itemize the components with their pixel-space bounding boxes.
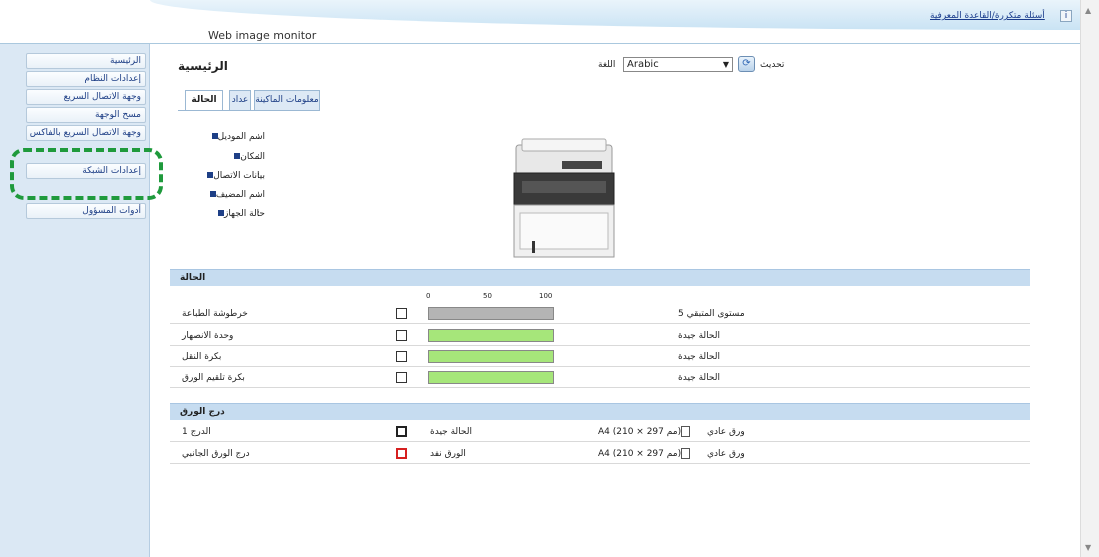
printer-image: [513, 138, 615, 258]
consumable-level-fill: [429, 330, 553, 341]
consumable-label: بكرة النقل: [182, 352, 222, 362]
info-icon[interactable]: i: [1060, 10, 1072, 22]
row-divider: [170, 387, 1030, 388]
paper-icon: [681, 448, 690, 459]
info-row-model: اسم الموديل: [185, 132, 265, 142]
consumable-label: وحدة الانصهار: [182, 331, 234, 341]
paper-type: ورق عادي: [707, 427, 745, 437]
language-value: Arabic: [627, 59, 659, 70]
consumable-level-bar: [428, 350, 554, 363]
consumable-status: مستوى المتبقي 5: [678, 309, 745, 319]
sidebar-item-admin-tools[interactable]: أدوات المسؤول: [26, 203, 146, 219]
consumable-status: الحالة جيدة: [678, 373, 720, 383]
info-row-host: اسم المضيف: [185, 190, 265, 200]
page-title: الرئيسية: [178, 59, 228, 73]
tray-label: الدرج 1: [182, 427, 211, 437]
info-row-location: المكان: [185, 152, 265, 162]
consumable-label: خرطوشة الطباعة: [182, 309, 248, 319]
tray-status: الحالة جيدة: [430, 427, 472, 437]
consumable-level-bar: [428, 307, 554, 320]
consumable-level-fill: [429, 308, 553, 319]
tray-icon: [396, 448, 407, 459]
sidebar-item-speed-dial[interactable]: وجهة الاتصال السريع: [26, 89, 146, 105]
info-row-contact: بيانات الاتصال: [185, 171, 265, 181]
sidebar-item-home[interactable]: الرئيسية: [26, 53, 146, 69]
info-value-device-status: :: [257, 209, 261, 219]
info-value-location: :: [257, 152, 261, 162]
consumable-level-fill: [429, 351, 553, 362]
consumable-icon: [396, 372, 407, 383]
scale-label-0: 0: [426, 292, 431, 300]
tab-status[interactable]: الحالة: [185, 90, 223, 111]
row-divider: [170, 323, 1030, 324]
sidebar-item-system-settings[interactable]: إعدادات النظام: [26, 71, 146, 87]
tray-label: درج الورق الجانبي: [182, 449, 250, 459]
scroll-up-icon[interactable]: ▲: [1085, 6, 1091, 15]
scale-label-50: 50: [483, 292, 492, 300]
consumable-label: بكرة تلقيم الورق: [182, 373, 245, 383]
info-row-device-status: حالة الجهاز: [185, 209, 265, 219]
scroll-down-icon[interactable]: ▼: [1085, 543, 1091, 552]
paper-size: A4 (210 × 297 مم): [598, 449, 682, 459]
app-title: Web image monitor: [208, 29, 317, 42]
help-link[interactable]: أسئلة متكررة/القاعدة المعرفية: [930, 11, 1045, 21]
paper-icon: [681, 426, 690, 437]
tray-icon: [396, 426, 407, 437]
tab-machine-info[interactable]: معلومات الماكينة: [254, 90, 320, 110]
consumable-level-fill: [429, 372, 553, 383]
sidebar: الرئيسية إعدادات النظام وجهة الاتصال الس…: [0, 44, 150, 557]
consumable-icon: [396, 351, 407, 362]
sidebar-item-scan-destination[interactable]: مسح الوجهة: [26, 107, 146, 123]
row-divider: [170, 345, 1030, 346]
paper-size: A4 (210 × 297 مم): [598, 427, 682, 437]
vertical-scrollbar[interactable]: [1080, 0, 1099, 557]
sidebar-item-fax-speed-dial[interactable]: وجهة الاتصال السريع بالفاكس: [26, 125, 146, 141]
consumable-icon: [396, 308, 407, 319]
info-value-host: :: [257, 190, 261, 200]
header-divider: [0, 43, 1080, 44]
consumable-status: الحالة جيدة: [678, 331, 720, 341]
tab-underline: [178, 110, 320, 111]
consumable-level-bar: [428, 371, 554, 384]
info-value-model: :: [257, 132, 261, 142]
language-label: اللغة: [598, 60, 616, 70]
refresh-icon[interactable]: ⟳: [738, 56, 755, 72]
tab-counter[interactable]: عداد: [229, 90, 251, 110]
row-divider: [170, 463, 1030, 464]
status-section-header: الحالة: [170, 269, 1030, 286]
consumable-status: الحالة جيدة: [678, 352, 720, 362]
tray-status: الورق نفد: [430, 449, 466, 459]
refresh-label[interactable]: تحديث: [760, 60, 784, 70]
row-divider: [170, 441, 1030, 442]
info-value-contact: :: [257, 171, 261, 181]
language-select[interactable]: Arabic ▼: [623, 57, 733, 72]
consumable-icon: [396, 330, 407, 341]
paper-type: ورق عادي: [707, 449, 745, 459]
highlight-annotation: [10, 148, 163, 200]
chevron-down-icon: ▼: [722, 60, 729, 69]
paper-tray-section-header: درج الورق: [170, 403, 1030, 420]
row-divider: [170, 366, 1030, 367]
consumable-level-bar: [428, 329, 554, 342]
scale-label-100: 100: [539, 292, 553, 300]
